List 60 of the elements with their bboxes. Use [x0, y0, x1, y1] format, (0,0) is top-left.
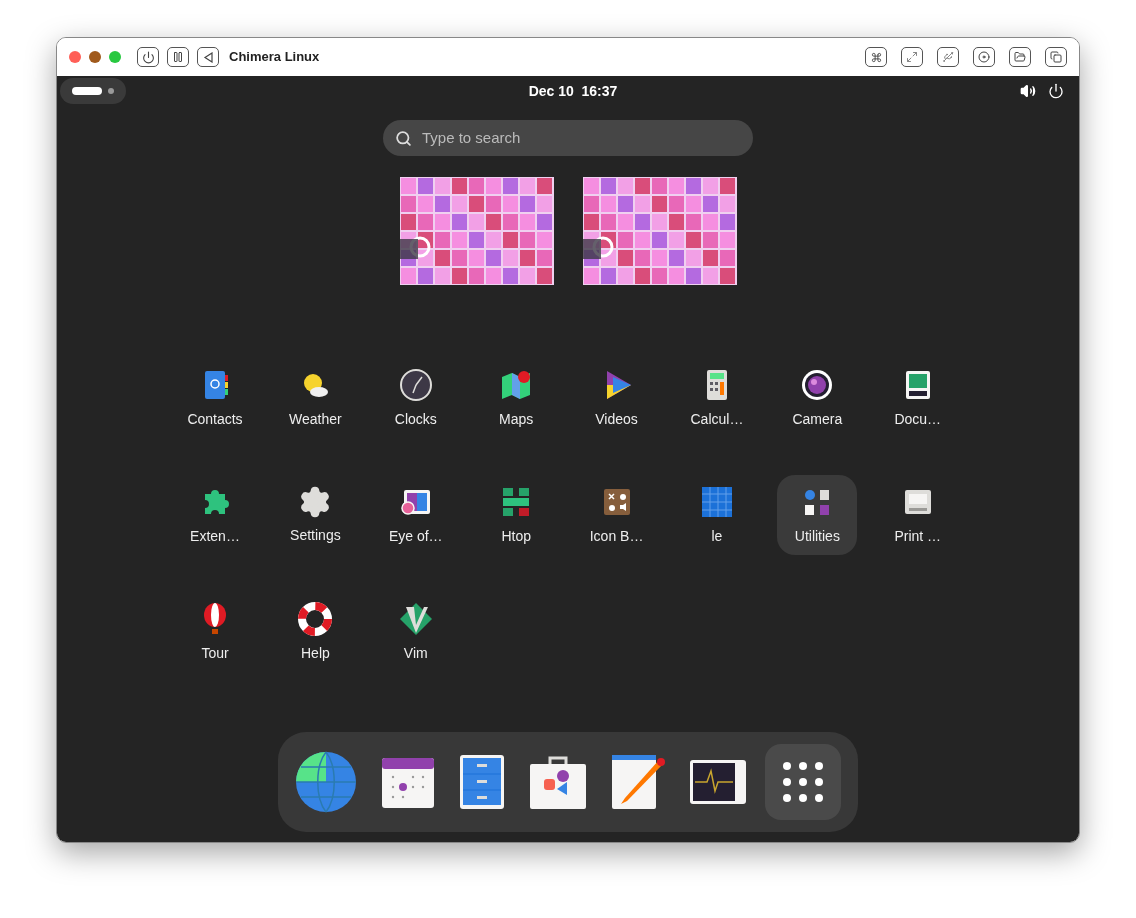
usb-icon [942, 51, 954, 63]
window-title: Chimera Linux [229, 48, 320, 67]
shared-folder-button[interactable] [1009, 47, 1031, 67]
app-tile[interactable]: le [676, 475, 757, 555]
file-cabinet-icon[interactable] [459, 754, 505, 810]
app-tile[interactable]: Print … [877, 475, 958, 555]
triangle-left-icon [202, 51, 214, 63]
text-editor-icon[interactable] [611, 754, 665, 810]
app-tile[interactable]: Clocks [375, 358, 456, 438]
power-button[interactable] [137, 47, 159, 67]
command-icon [870, 51, 882, 63]
system-monitor-icon[interactable] [689, 759, 747, 805]
app-tile[interactable]: Calcul… [676, 358, 757, 438]
folder-icon [1014, 51, 1026, 63]
keyboard-button[interactable] [865, 47, 887, 67]
app-tile[interactable]: Contacts [175, 358, 255, 438]
wallpaper-thumbnail[interactable] [582, 177, 737, 285]
clock[interactable]: Dec 10 16:37 [528, 80, 618, 102]
search-field[interactable]: Type to search [383, 120, 753, 156]
shopping-bag-icon[interactable] [529, 754, 587, 810]
disc-icon [978, 51, 990, 63]
app-grid-icon [783, 762, 823, 802]
show-apps-button[interactable] [765, 744, 841, 820]
app-tile[interactable]: Icon B… [576, 475, 657, 555]
app-tile[interactable]: Settings [275, 475, 356, 555]
app-tile[interactable]: Tour [175, 592, 255, 672]
power-icon [141, 50, 155, 64]
resize-button[interactable] [901, 47, 923, 67]
volume-icon[interactable] [1020, 83, 1036, 99]
app-tile[interactable]: Eye of… [375, 475, 456, 555]
resize-icon [906, 51, 918, 63]
app-tile[interactable]: Exten… [175, 475, 255, 555]
app-tile[interactable]: Videos [576, 358, 657, 438]
search-icon [395, 129, 412, 147]
windows-button[interactable] [1045, 47, 1067, 67]
windows-icon [1050, 51, 1062, 63]
app-tile[interactable]: Camera [777, 358, 858, 438]
workspace-indicator [72, 87, 102, 95]
minimize-button[interactable] [89, 51, 101, 63]
usb-button[interactable] [937, 47, 959, 67]
app-tile[interactable]: Help [275, 592, 356, 672]
power-icon[interactable] [1048, 83, 1064, 99]
pause-button[interactable] [167, 47, 189, 67]
close-button[interactable] [69, 51, 81, 63]
app-tile[interactable]: Vim [375, 592, 456, 672]
wallpaper-thumbnail[interactable] [399, 177, 554, 285]
app-tile[interactable]: Weather [275, 358, 356, 438]
app-tile[interactable]: Utilities [777, 475, 858, 555]
app-tile[interactable]: Maps [476, 358, 557, 438]
calendar-icon[interactable] [381, 755, 435, 809]
search-input[interactable]: Type to search [422, 126, 741, 150]
globe-icon[interactable] [295, 751, 357, 813]
back-button[interactable] [197, 47, 219, 67]
app-tile[interactable]: Htop [476, 475, 557, 555]
app-tile[interactable]: Docu… [877, 358, 958, 438]
disc-button[interactable] [973, 47, 995, 67]
pause-icon [172, 51, 184, 63]
lifebuoy-icon [297, 600, 334, 637]
clock-icon [397, 366, 434, 403]
activities-button[interactable] [60, 78, 126, 104]
